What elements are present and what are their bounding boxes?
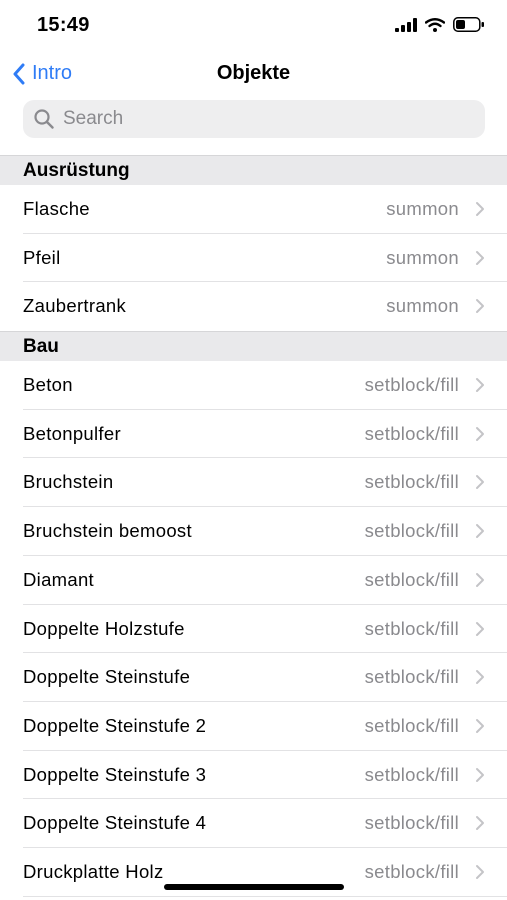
list-item[interactable]: Pfeil summon [23,234,507,283]
item-detail: setblock/fill [364,812,459,834]
item-title: Doppelte Steinstufe 3 [23,763,207,785]
item-detail: setblock/fill [364,617,459,639]
item-detail: setblock/fill [364,714,459,736]
item-detail: setblock/fill [364,666,459,688]
item-title: Druckplatte Holz [23,860,164,882]
signal-icon [395,17,417,32]
section-header: Bau [0,331,507,362]
item-detail: setblock/fill [364,568,459,590]
item-detail: setblock/fill [364,422,459,444]
item-title: Doppelte Steinstufe 2 [23,714,207,736]
chevron-right-icon [476,250,484,265]
chevron-right-icon [476,378,484,393]
item-title: Diamant [23,568,94,590]
item-detail: summon [386,198,459,219]
status-icons [395,17,485,32]
list-item[interactable]: Beton setblock/fill [23,361,507,410]
item-title: Beton [23,374,73,396]
item-title: Bruchstein [23,471,114,493]
item-detail: setblock/fill [364,374,459,396]
chevron-right-icon [476,475,484,490]
chevron-right-icon [476,670,484,685]
item-detail: summon [386,246,459,268]
item-title: Doppelte Steinstufe [23,666,191,688]
status-bar: 15:49 [0,0,507,52]
chevron-right-icon [476,864,484,879]
list-item[interactable]: Bruchstein bemoost setblock/fill [23,507,507,556]
objects-list: Ausrüstung Flasche summon Pfeil summon Z… [0,155,507,897]
search-bar[interactable] [23,100,485,138]
chevron-right-icon [476,816,484,831]
list-item[interactable]: Doppelte Steinstufe 2 setblock/fill [23,702,507,751]
page-title: Objekte [216,62,291,84]
item-detail: setblock/fill [364,763,459,785]
chevron-right-icon [476,718,484,733]
item-title: Doppelte Holzstufe [23,617,185,639]
item-title: Bruchstein bemoost [23,520,192,542]
navigation-bar: Intro Objekte [0,52,507,96]
chevron-right-icon [476,621,484,636]
list-item[interactable]: Doppelte Steinstufe setblock/fill [23,653,507,702]
list-item[interactable]: Bruchstein setblock/fill [23,458,507,508]
item-title: Pfeil [23,246,61,268]
item-detail: setblock/fill [364,520,459,542]
wifi-icon [425,17,445,32]
search-icon [34,109,54,129]
item-detail: setblock/fill [364,471,459,493]
item-detail: summon [386,295,459,317]
chevron-right-icon [476,426,484,441]
section-header: Ausrüstung [0,155,507,185]
chevron-right-icon [476,299,484,314]
chevron-right-icon [476,767,484,782]
item-title: Zaubertrank [23,295,127,317]
item-title: Flasche [23,198,90,219]
home-indicator[interactable] [164,884,344,890]
item-title: Betonpulfer [23,422,121,444]
list-item[interactable]: Doppelte Steinstufe 4 setblock/fill [23,799,507,848]
item-detail: setblock/fill [364,860,459,882]
search-input[interactable] [61,107,465,131]
chevron-right-icon [476,202,484,216]
chevron-right-icon [476,524,484,539]
list-item[interactable]: Betonpulfer setblock/fill [23,410,507,459]
item-title: Doppelte Steinstufe 4 [23,812,207,834]
battery-icon [453,17,484,32]
list-item[interactable]: Flasche summon [23,185,507,234]
list-item[interactable]: Doppelte Holzstufe setblock/fill [23,605,507,654]
list-item[interactable]: Diamant setblock/fill [23,556,507,605]
chevron-right-icon [476,572,484,587]
list-item[interactable]: Doppelte Steinstufe 3 setblock/fill [23,751,507,800]
list-item[interactable]: Zaubertrank summon [23,282,507,331]
status-time: 15:49 [37,14,90,36]
